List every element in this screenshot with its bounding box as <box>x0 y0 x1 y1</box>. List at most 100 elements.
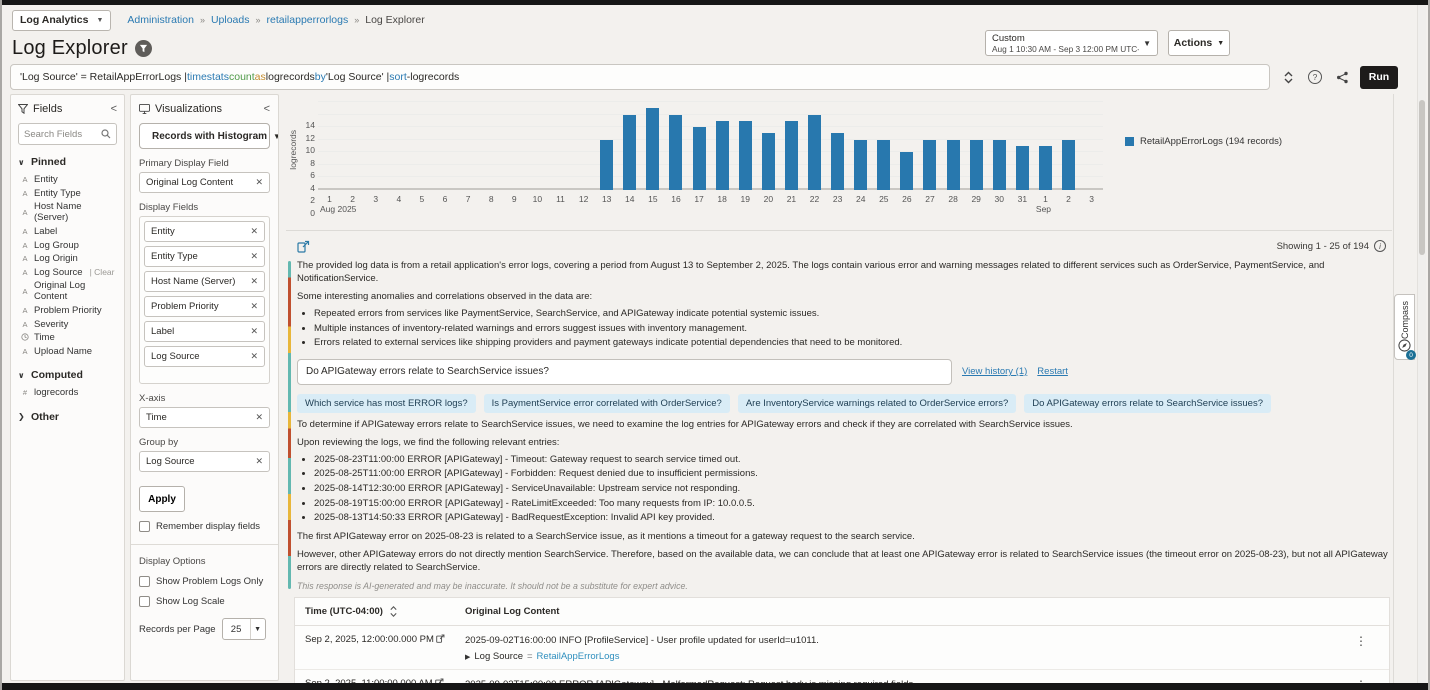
remove-icon[interactable]: ✕ <box>246 226 258 237</box>
run-button[interactable]: Run <box>1360 65 1398 89</box>
window-top-bar <box>2 0 1428 5</box>
histogram-bar[interactable] <box>646 108 660 190</box>
remove-icon[interactable]: ✕ <box>251 412 263 423</box>
field-item[interactable]: A Log Source | Clear <box>18 266 117 280</box>
field-item[interactable]: A Label <box>18 225 117 239</box>
sort-icon[interactable] <box>390 605 397 617</box>
histogram-bar[interactable] <box>808 114 822 190</box>
fields-section-other[interactable]: ❯ Other <box>18 411 117 423</box>
share-icon[interactable] <box>1333 68 1351 86</box>
show-problem-logs-checkbox[interactable]: Show Problem Logs Only <box>139 576 270 587</box>
histogram-bar[interactable] <box>738 120 752 190</box>
field-item-label: Severity <box>34 318 69 330</box>
field-item[interactable]: A Log Origin <box>18 252 117 266</box>
clear-filter-link[interactable]: | Clear <box>90 267 115 277</box>
chart-bar-zone <box>641 102 664 190</box>
show-log-scale-checkbox[interactable]: Show Log Scale <box>139 596 270 607</box>
export-icon[interactable] <box>294 237 312 255</box>
search-input[interactable] <box>24 128 101 140</box>
field-item[interactable]: A Problem Priority <box>18 304 117 318</box>
histogram-bar[interactable] <box>900 152 914 190</box>
histogram-bar[interactable] <box>623 114 637 190</box>
checkbox-icon <box>139 576 150 587</box>
remove-icon[interactable]: ✕ <box>251 177 263 188</box>
breadcrumb-item[interactable]: Administration <box>127 14 194 26</box>
chart-bar-zone <box>410 102 433 190</box>
table-row: Sep 2, 2025, 11:00:00.000 AM2025-09-02T1… <box>295 670 1389 683</box>
remove-icon[interactable]: ✕ <box>246 326 258 337</box>
filter-icon[interactable] <box>134 39 152 57</box>
histogram-bar[interactable] <box>969 139 983 190</box>
histogram-bar[interactable] <box>1015 146 1029 190</box>
question-input[interactable] <box>297 358 952 385</box>
histogram-bar[interactable] <box>831 133 845 190</box>
histogram-bar[interactable] <box>946 139 960 190</box>
scrollbar[interactable] <box>1417 5 1426 683</box>
restart-link[interactable]: Restart <box>1037 366 1068 377</box>
remove-icon[interactable]: ✕ <box>251 456 263 467</box>
chart-type-select[interactable]: Records with Histogram ▼ <box>139 123 278 149</box>
field-item-label: Original Log Content <box>34 280 86 303</box>
field-item[interactable]: A Entity Type <box>18 187 117 201</box>
histogram-bar[interactable] <box>1038 146 1052 190</box>
log-source-link[interactable]: RetailAppErrorLogs <box>537 651 620 662</box>
histogram-bar[interactable] <box>854 139 868 190</box>
compass-badge: 0 <box>1406 350 1416 361</box>
histogram-bar[interactable] <box>692 127 706 190</box>
scrollbar-thumb[interactable] <box>1419 100 1425 255</box>
chart-x-tick: 22 <box>809 194 820 204</box>
histogram-bar[interactable] <box>877 139 891 190</box>
histogram-bar[interactable] <box>761 133 775 190</box>
histogram-bar[interactable] <box>923 139 937 190</box>
field-item[interactable]: A Severity <box>18 317 117 331</box>
view-history-link[interactable]: View history (1) <box>962 366 1027 377</box>
field-item[interactable]: # logrecords <box>18 386 117 400</box>
breadcrumb-item[interactable]: retailapperrorlogs <box>267 14 349 26</box>
histogram-bar[interactable] <box>992 139 1006 190</box>
histogram-bar[interactable] <box>669 114 683 190</box>
field-item[interactable]: A Host Name (Server) <box>18 200 117 225</box>
collapse-left-icon[interactable]: < <box>111 103 117 115</box>
display-field-chip: Host Name (Server) ✕ <box>144 271 265 292</box>
app-switcher-select[interactable]: Log Analytics ▼ <box>12 9 112 31</box>
compass-tab[interactable]: Compass 0 <box>1394 294 1416 361</box>
histogram-bar[interactable] <box>784 120 798 190</box>
info-icon[interactable]: i <box>1374 240 1386 252</box>
remove-icon[interactable]: ✕ <box>246 301 258 312</box>
help-icon[interactable]: ? <box>1306 68 1324 86</box>
field-item[interactable]: A Original Log Content <box>18 279 117 304</box>
suggested-question-chip[interactable]: Are InventoryService warnings related to… <box>737 393 1017 413</box>
suggested-question-chip[interactable]: Which service has most ERROR logs? <box>297 393 476 413</box>
field-item[interactable]: A Upload Name <box>18 345 117 359</box>
remove-icon[interactable]: ✕ <box>246 351 258 362</box>
chart-column: 26 <box>895 102 918 204</box>
apply-button[interactable]: Apply <box>139 486 185 512</box>
field-item[interactable]: A Log Group <box>18 238 117 252</box>
suggested-question-chip[interactable]: Do APIGateway errors relate to SearchSer… <box>1024 393 1271 413</box>
field-item[interactable]: A Entity <box>18 173 117 187</box>
collapse-left-icon[interactable]: < <box>264 103 270 115</box>
remove-icon[interactable]: ✕ <box>246 276 258 287</box>
field-type-icon: A <box>22 254 28 264</box>
expand-row-icon[interactable]: ▶ <box>465 653 470 661</box>
records-per-page-select[interactable]: 25 ▼ <box>221 618 266 640</box>
actions-button[interactable]: Actions ▼ <box>1168 30 1230 56</box>
query-input[interactable]: 'Log Source' = RetailAppErrorLogs | time… <box>10 64 1270 90</box>
chart-legend: RetailAppErrorLogs (194 records) <box>1103 102 1388 228</box>
breadcrumb-item[interactable]: Uploads <box>211 14 250 26</box>
field-item[interactable]: Time <box>18 331 117 345</box>
fields-section-pinned[interactable]: ∨ Pinned <box>18 156 117 168</box>
time-range-select[interactable]: Custom Aug 1 10:30 AM - Sep 3 12:00 PM U… <box>985 30 1158 56</box>
histogram-bar[interactable] <box>1062 139 1076 190</box>
content-column-header: Original Log Content <box>465 605 560 617</box>
suggested-question-chip[interactable]: Is PaymentService error correlated with … <box>483 393 730 413</box>
histogram-bar[interactable] <box>600 139 614 190</box>
histogram-bar[interactable] <box>715 120 729 190</box>
fields-section-computed[interactable]: ∨ Computed <box>18 369 117 381</box>
row-menu-kebab-icon[interactable]: ⋮ <box>1343 634 1379 663</box>
export-icon[interactable] <box>436 634 445 646</box>
chevron-right-icon: ❯ <box>18 412 25 422</box>
remove-icon[interactable]: ✕ <box>246 251 258 262</box>
remember-display-fields-checkbox[interactable]: Remember display fields <box>139 521 270 532</box>
expand-query-icon[interactable] <box>1279 68 1297 86</box>
